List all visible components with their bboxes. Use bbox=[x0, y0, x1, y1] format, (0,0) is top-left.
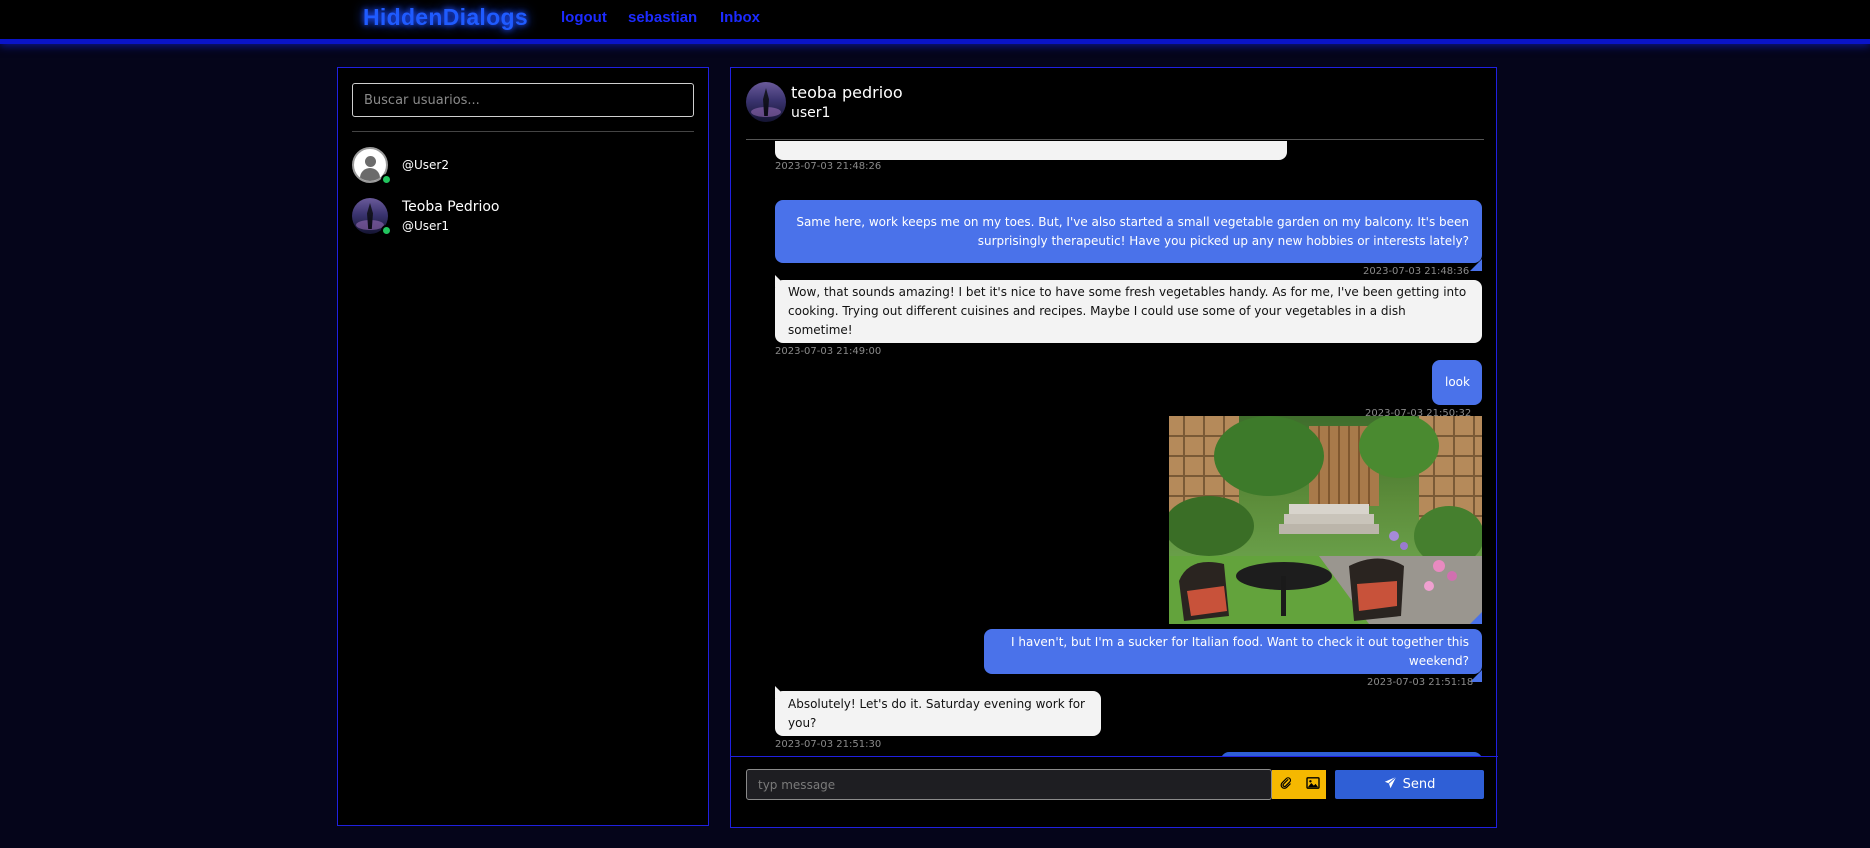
night-tower-photo bbox=[763, 88, 769, 116]
attach-image-button[interactable] bbox=[1299, 770, 1326, 799]
nav-link-profile[interactable]: sebastian bbox=[628, 9, 697, 26]
paperclip-icon bbox=[1280, 777, 1292, 792]
message-list[interactable]: 2023-07-03 21:48:26 Same here, work keep… bbox=[731, 141, 1498, 756]
attach-file-button[interactable] bbox=[1272, 770, 1299, 799]
send-label: Send bbox=[1402, 777, 1436, 792]
user-list-item[interactable]: @User2 bbox=[352, 147, 694, 191]
message-timestamp: 2023-07-03 21:51:30 bbox=[775, 739, 882, 750]
message-bubble-outgoing: Same here, work keeps me on my toes. But… bbox=[775, 200, 1482, 263]
image-icon bbox=[1305, 777, 1320, 792]
divider bbox=[746, 139, 1484, 140]
message-bubble-outgoing: look bbox=[1432, 360, 1482, 405]
online-status-indicator bbox=[381, 225, 392, 236]
user-list-item[interactable]: Teoba Pedrioo @User1 bbox=[352, 198, 694, 242]
user-name: Teoba Pedrioo bbox=[402, 199, 500, 215]
message-timestamp: 2023-07-03 21:49:00 bbox=[775, 346, 882, 357]
nav-link-inbox[interactable]: Inbox bbox=[720, 9, 760, 26]
contact-handle: user1 bbox=[791, 105, 831, 121]
send-button[interactable]: Send bbox=[1335, 770, 1484, 799]
message-bubble-incoming bbox=[775, 141, 1287, 160]
user-search-input[interactable] bbox=[352, 83, 694, 117]
message-timestamp: 2023-07-03 21:51:18 bbox=[1367, 677, 1474, 688]
divider bbox=[731, 756, 1498, 757]
avatar bbox=[746, 82, 786, 122]
divider bbox=[352, 131, 694, 132]
chat-panel: teoba pedrioo user1 2023-07-03 21:48:26 … bbox=[730, 67, 1498, 828]
user-handle: @User1 bbox=[402, 219, 449, 233]
top-navbar: HiddenDialogs logout sebastian Inbox bbox=[0, 0, 1870, 44]
brand-logo[interactable]: HiddenDialogs bbox=[363, 4, 528, 31]
chat-header: teoba pedrioo user1 bbox=[746, 82, 1484, 140]
paper-plane-icon bbox=[1384, 776, 1397, 793]
nav-link-logout[interactable]: logout bbox=[561, 9, 607, 26]
message-timestamp: 2023-07-03 21:48:26 bbox=[775, 161, 882, 172]
online-status-indicator bbox=[381, 174, 392, 185]
default-avatar-icon bbox=[365, 156, 376, 167]
contact-name: teoba pedrioo bbox=[791, 83, 903, 102]
user-handle: @User2 bbox=[402, 158, 449, 172]
garden-patio-photo[interactable] bbox=[1169, 416, 1482, 624]
message-bubble-incoming: Wow, that sounds amazing! I bet it's nic… bbox=[775, 280, 1482, 343]
message-bubble-incoming: Absolutely! Let's do it. Saturday evenin… bbox=[775, 691, 1101, 736]
user-list-panel: @User2 Teoba Pedrioo @User1 bbox=[337, 67, 709, 826]
message-input[interactable] bbox=[746, 769, 1272, 800]
message-bubble-outgoing: I haven't, but I'm a sucker for Italian … bbox=[984, 629, 1482, 674]
message-timestamp: 2023-07-03 21:48:36 bbox=[1363, 266, 1470, 277]
